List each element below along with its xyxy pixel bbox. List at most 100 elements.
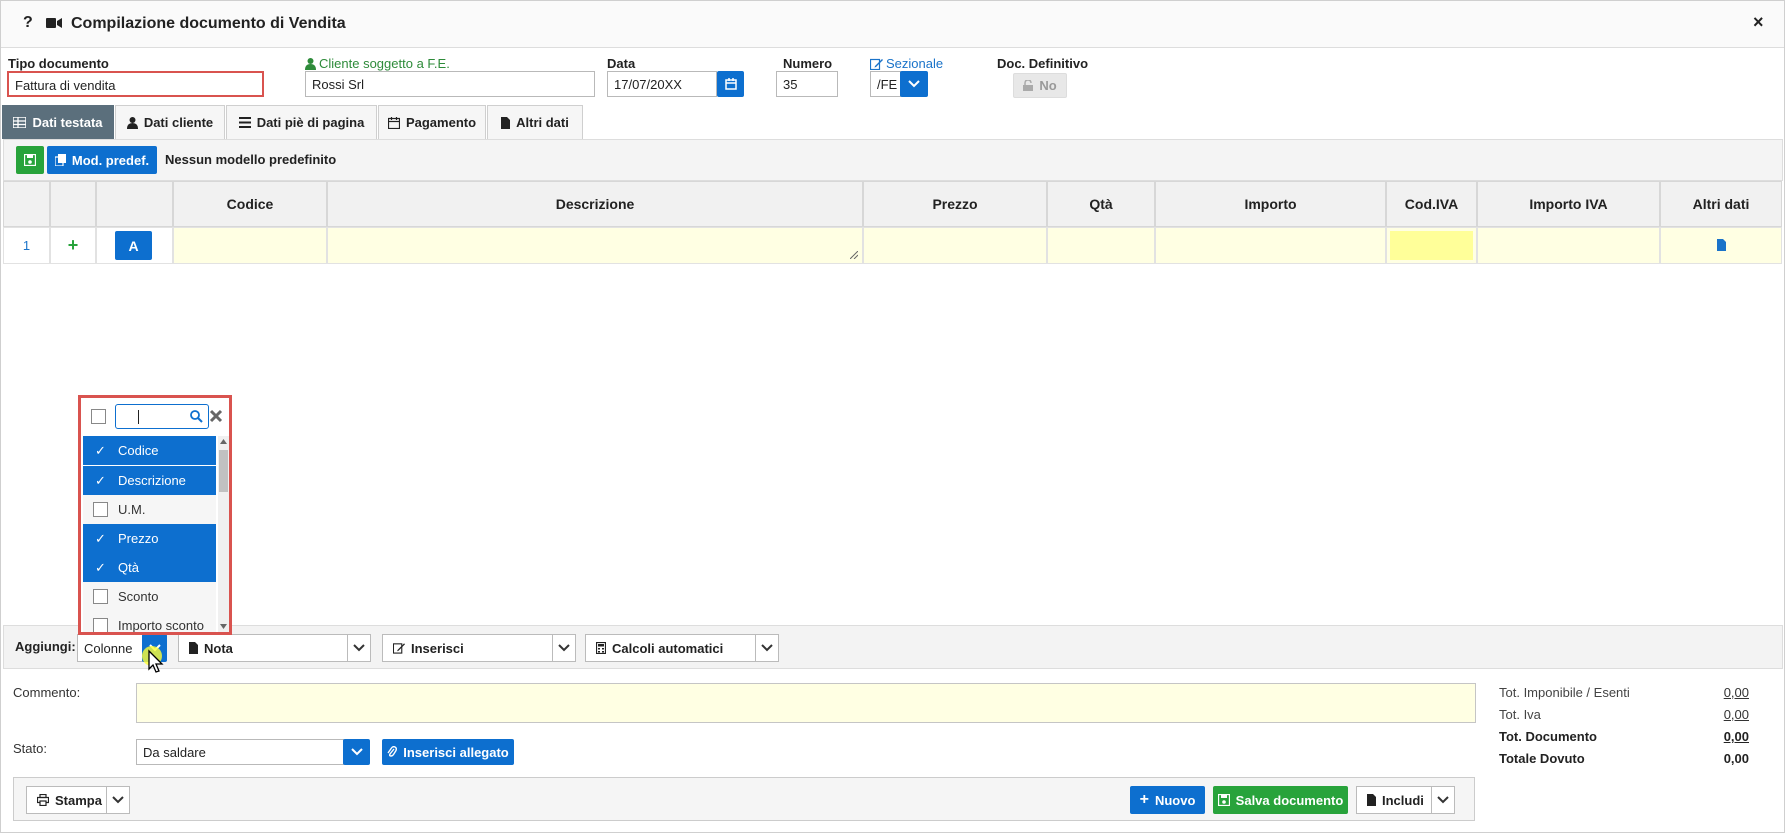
- column-option-qta[interactable]: ✓ Qtà: [83, 553, 216, 582]
- cell-codice[interactable]: [173, 227, 327, 264]
- scroll-up-icon[interactable]: [220, 439, 227, 444]
- doc-definitivo-label: Doc. Definitivo: [997, 56, 1089, 71]
- nota-dropdown-button[interactable]: [347, 634, 371, 662]
- close-icon[interactable]: ×: [1753, 12, 1764, 33]
- save-model-button[interactable]: [16, 146, 44, 174]
- cell-importo-iva[interactable]: [1477, 227, 1660, 264]
- lock-icon: [1023, 80, 1034, 91]
- nuovo-button[interactable]: + Nuovo: [1130, 786, 1205, 814]
- commento-textarea[interactable]: [136, 683, 1476, 723]
- calendar-icon: [387, 116, 400, 129]
- column-search-input[interactable]: [115, 404, 209, 429]
- window-title: Compilazione documento di Vendita: [71, 15, 346, 32]
- column-header-codice[interactable]: Codice: [173, 181, 327, 227]
- includi-button[interactable]: Includi: [1356, 786, 1432, 814]
- file-icon: [1367, 794, 1376, 806]
- file-icon: [501, 116, 511, 129]
- file-icon: [189, 642, 198, 654]
- stampa-dropdown-button[interactable]: [106, 786, 130, 814]
- inserisci-allegato-button[interactable]: Inserisci allegato: [382, 739, 514, 765]
- chevron-down-icon: [558, 644, 570, 652]
- columns-dropdown: ✓ Codice ✓ Descrizione U.M. ✓ Prezzo ✓ Q…: [78, 395, 232, 635]
- mouse-cursor-icon: [142, 646, 164, 673]
- nota-select[interactable]: Nota: [178, 634, 348, 662]
- grid-header-blank: [50, 181, 96, 227]
- column-header-descrizione[interactable]: Descrizione: [327, 181, 863, 227]
- doc-definitivo-toggle[interactable]: No: [1013, 73, 1067, 98]
- copy-icon: [54, 154, 66, 166]
- article-a-button[interactable]: A: [115, 231, 152, 260]
- colonne-select[interactable]: Colonne: [77, 634, 143, 662]
- tot-iva-value: 0,00: [1723, 707, 1749, 722]
- search-icon: [190, 410, 203, 423]
- column-header-qta[interactable]: Qtà: [1047, 181, 1155, 227]
- cliente-input[interactable]: Rossi Srl: [305, 71, 595, 97]
- title-bar: ? Compilazione documento di Vendita ×: [1, 1, 1784, 48]
- resize-handle-icon[interactable]: [850, 251, 858, 259]
- calcoli-dropdown-button[interactable]: [755, 634, 779, 662]
- column-option-prezzo[interactable]: ✓ Prezzo: [83, 524, 216, 553]
- stampa-button[interactable]: Stampa: [26, 786, 107, 814]
- tab-dati-pie-di-pagina[interactable]: Dati piè di pagina: [226, 105, 377, 139]
- sezionale-label: Sezionale: [886, 56, 944, 71]
- tipo-documento-input[interactable]: Fattura di vendita: [7, 71, 264, 97]
- clear-icon[interactable]: [209, 409, 223, 423]
- cell-qta[interactable]: [1047, 227, 1155, 264]
- tab-pagamento[interactable]: Pagamento: [378, 105, 486, 139]
- file-icon[interactable]: [1717, 239, 1726, 251]
- column-option-um[interactable]: U.M.: [83, 495, 216, 524]
- add-row-icon[interactable]: +: [50, 227, 96, 264]
- cell-importo[interactable]: [1155, 227, 1386, 264]
- inserisci-select[interactable]: Inserisci: [382, 634, 553, 662]
- calendar-button[interactable]: [717, 71, 744, 97]
- column-header-altri-dati[interactable]: Altri dati: [1660, 181, 1782, 227]
- column-header-prezzo[interactable]: Prezzo: [863, 181, 1047, 227]
- select-all-checkbox[interactable]: [91, 409, 106, 424]
- sezionale-dropdown-button[interactable]: [900, 71, 928, 97]
- column-header-cod-iva[interactable]: Cod.IVA: [1386, 181, 1477, 227]
- mod-predef-button[interactable]: Mod. predef.: [47, 146, 157, 174]
- scroll-down-icon[interactable]: [220, 624, 227, 629]
- user-icon: [126, 116, 138, 129]
- numero-label: Numero: [783, 56, 833, 71]
- salva-documento-button[interactable]: Salva documento: [1213, 786, 1348, 814]
- table-icon: [13, 117, 27, 128]
- cell-prezzo[interactable]: [863, 227, 1047, 264]
- stato-dropdown-button[interactable]: [343, 739, 370, 765]
- inserisci-dropdown-button[interactable]: [552, 634, 576, 662]
- data-label: Data: [607, 56, 636, 71]
- column-option-codice[interactable]: ✓ Codice: [83, 436, 216, 465]
- column-header-importo[interactable]: Importo: [1155, 181, 1386, 227]
- tab-dati-testata[interactable]: Dati testata: [2, 105, 114, 139]
- dropdown-scrollbar[interactable]: [218, 436, 229, 632]
- video-camera-icon: [46, 18, 62, 28]
- calendar-icon: [724, 78, 737, 90]
- column-option-importo-sconto[interactable]: Importo sconto: [83, 611, 216, 632]
- includi-dropdown-button[interactable]: [1431, 786, 1455, 814]
- tot-documento-value: 0,00: [1723, 729, 1749, 744]
- stato-select[interactable]: Da saldare: [136, 739, 344, 765]
- numero-input[interactable]: 35: [776, 71, 838, 97]
- cliente-label: Cliente soggetto a F.E.: [319, 56, 450, 71]
- data-input[interactable]: 17/07/20XX: [607, 71, 717, 97]
- cell-descrizione[interactable]: [327, 227, 863, 264]
- columns-list: ✓ Codice ✓ Descrizione U.M. ✓ Prezzo ✓ Q…: [81, 436, 229, 632]
- plus-icon: +: [1139, 791, 1149, 808]
- column-option-sconto[interactable]: Sconto: [83, 582, 216, 611]
- calcoli-automatici-select[interactable]: Calcoli automatici: [585, 634, 756, 662]
- scrollbar-thumb[interactable]: [219, 450, 228, 492]
- tab-altri-dati[interactable]: Altri dati: [487, 105, 583, 139]
- totale-dovuto-label: Totale Dovuto: [1499, 751, 1585, 766]
- row-number: 1: [3, 227, 50, 264]
- tab-dati-cliente[interactable]: Dati cliente: [115, 105, 225, 139]
- check-icon: ✓: [95, 442, 106, 458]
- tot-imponibile-label: Tot. Imponibile / Esenti: [1499, 685, 1630, 700]
- sezionale-input[interactable]: /FE: [870, 71, 901, 97]
- stato-label: Stato:: [13, 741, 47, 756]
- help-icon[interactable]: ?: [23, 14, 33, 32]
- column-option-descrizione[interactable]: ✓ Descrizione: [83, 466, 216, 495]
- cell-cod-iva[interactable]: [1386, 227, 1477, 264]
- cell-altri-dati[interactable]: [1660, 227, 1782, 264]
- column-header-importo-iva[interactable]: Importo IVA: [1477, 181, 1660, 227]
- doc-definitivo-value: No: [1039, 78, 1057, 93]
